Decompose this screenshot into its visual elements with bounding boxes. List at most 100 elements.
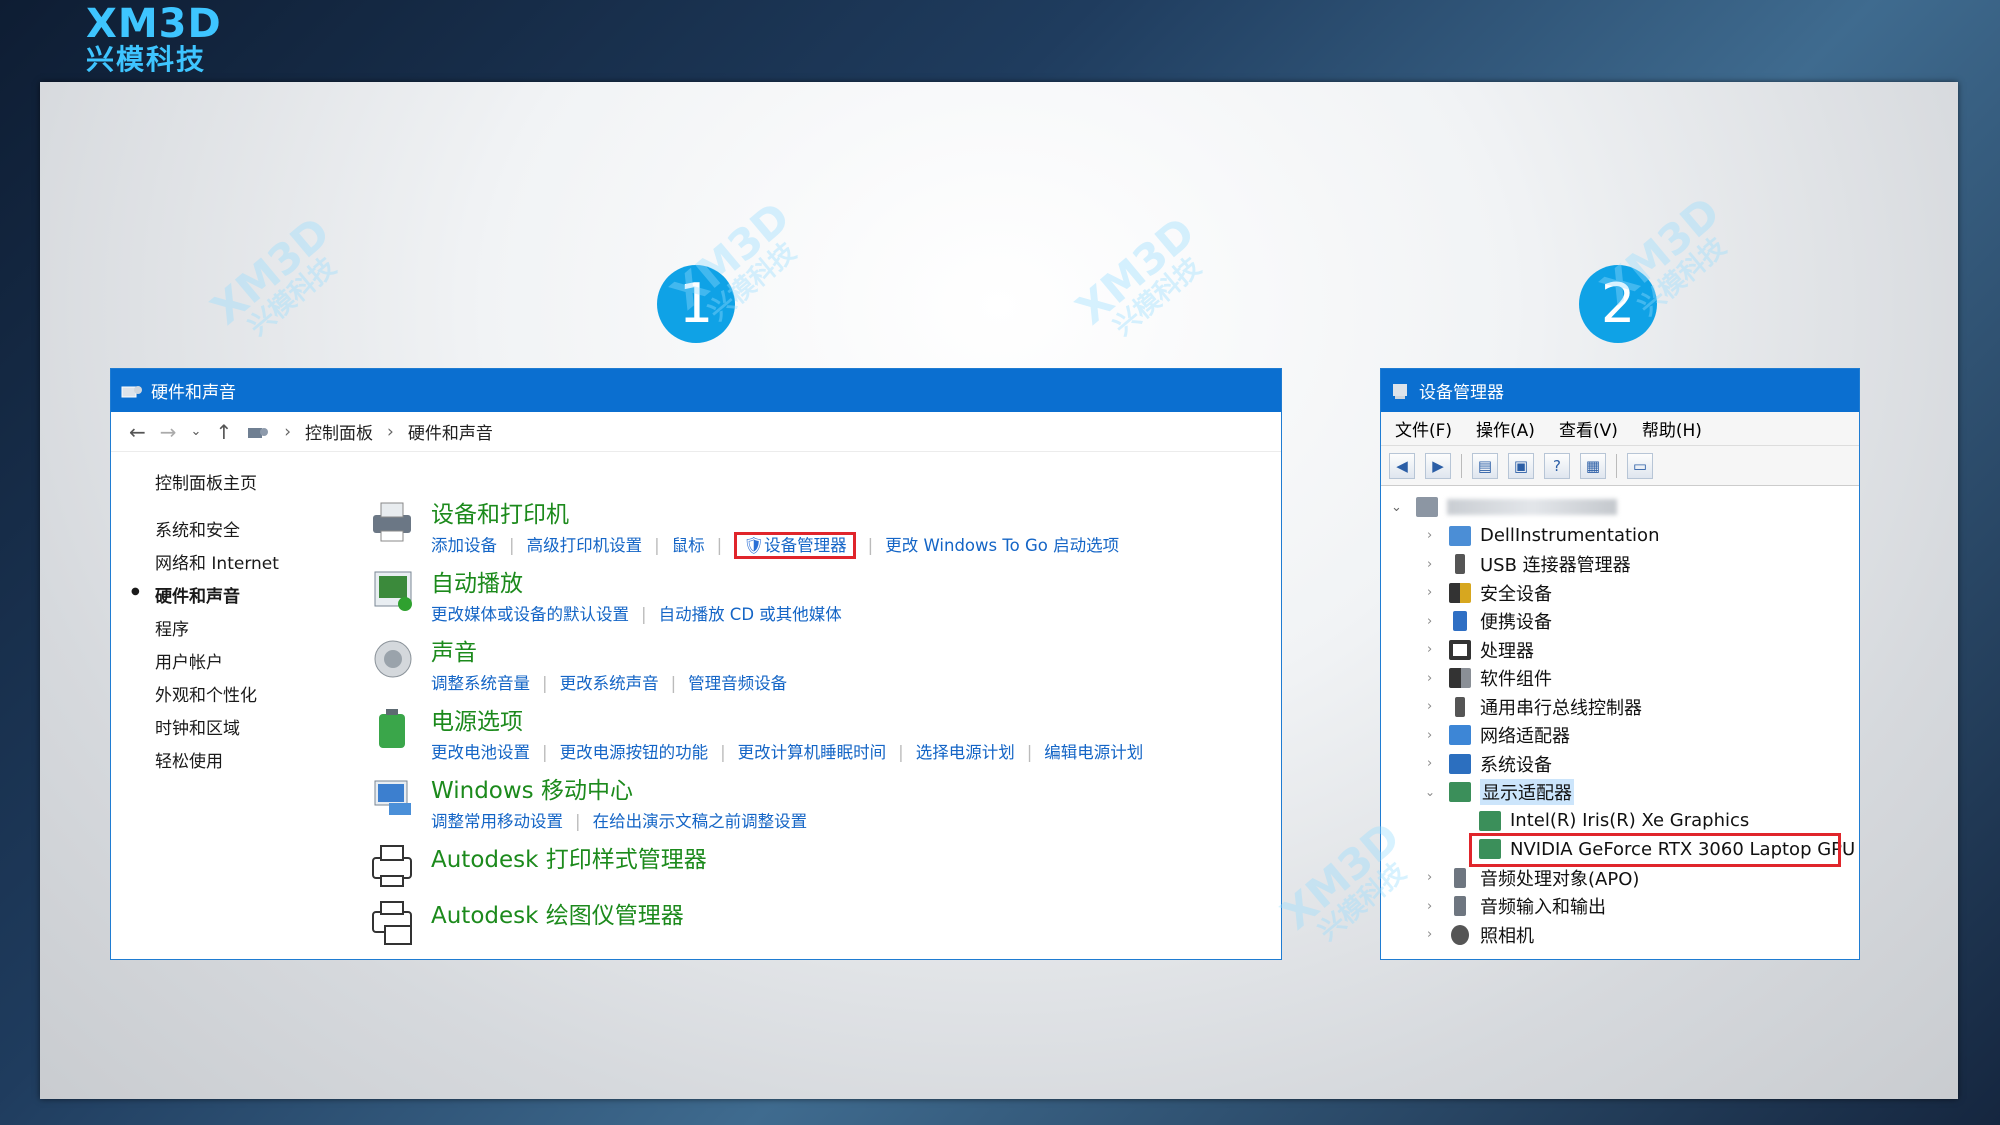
tree-root[interactable]: ⌄ — [1381, 493, 1859, 522]
link-edit-plan[interactable]: 编辑电源计划 — [1044, 743, 1143, 762]
collapsed-chevron-icon[interactable]: › — [1427, 614, 1432, 629]
breadcrumb-hardware-sound[interactable]: 硬件和声音 — [408, 419, 493, 444]
sidebar-item-clock-region[interactable]: 时钟和区域 — [155, 714, 279, 747]
tree-item[interactable]: › 安全设备 — [1381, 579, 1859, 608]
step-2-badge: 2 — [1579, 265, 1657, 343]
breadcrumb-separator: › — [387, 421, 394, 442]
step-1-badge: 1 — [657, 265, 735, 343]
link-autoplay-cd[interactable]: 自动播放 CD 或其他媒体 — [659, 605, 842, 624]
category-autodesk-print: Autodesk 打印样式管理器 — [372, 840, 1143, 896]
category-list: 设备和打印机 添加设备 | 高级打印机设置 | 鼠标 | 🛡设备管理器 | 更改 Windows… — [372, 495, 1143, 952]
tree-item[interactable]: › 音频输入和输出 — [1381, 892, 1859, 921]
link-device-manager[interactable]: 🛡设备管理器 — [734, 532, 856, 559]
device-manager-icon — [1393, 383, 1407, 399]
properties-icon[interactable]: ▣ — [1508, 452, 1534, 479]
uac-shield-icon: 🛡 — [743, 536, 765, 555]
recent-dropdown-icon[interactable]: ⌄ — [191, 424, 202, 439]
category-title[interactable]: Autodesk 打印样式管理器 — [431, 840, 1143, 874]
tree-item-intel-gpu[interactable]: Intel(R) Iris(R) Xe Graphics — [1381, 807, 1859, 836]
tree-item[interactable]: › 通用串行总线控制器 — [1381, 693, 1859, 722]
category-title[interactable]: Windows 移动中心 — [431, 771, 1143, 805]
link-manage-audio[interactable]: 管理音频设备 — [688, 674, 787, 693]
collapsed-chevron-icon[interactable]: › — [1427, 528, 1432, 543]
link-presentation[interactable]: 在给出演示文稿之前调整设置 — [593, 812, 808, 831]
display-adapter-icon — [1449, 782, 1471, 803]
sidebar-item-user-accounts[interactable]: 用户帐户 — [155, 648, 279, 681]
category-title[interactable]: 声音 — [431, 633, 1143, 667]
sidebar-item-programs[interactable]: 程序 — [155, 615, 279, 648]
menu-file[interactable]: 文件(F) — [1395, 416, 1452, 441]
title-bar: 硬件和声音 — [111, 369, 1281, 412]
sidebar-item-home[interactable]: 控制面板主页 — [155, 469, 279, 502]
display-adapter-icon — [1479, 810, 1501, 831]
sidebar-item-ease-of-access[interactable]: 轻松使用 — [155, 747, 279, 780]
network-adapter-icon — [1449, 725, 1471, 746]
category-title[interactable]: 电源选项 — [431, 702, 1143, 736]
sidebar-item-network[interactable]: 网络和 Internet — [155, 549, 279, 582]
back-arrow-icon[interactable]: ← — [129, 420, 146, 444]
usb-controller-icon — [1455, 696, 1465, 717]
collapsed-chevron-icon[interactable]: › — [1427, 728, 1432, 743]
forward-arrow-icon[interactable]: → — [160, 420, 177, 444]
logo-text: XM3D — [86, 1, 222, 47]
brand-logo: XM3D 兴模科技 — [86, 4, 222, 74]
link-windows-to-go[interactable]: 更改 Windows To Go 启动选项 — [885, 536, 1119, 555]
category-title[interactable]: 设备和打印机 — [431, 495, 1143, 529]
tree-item[interactable]: › USB 连接器管理器 — [1381, 550, 1859, 579]
menu-action[interactable]: 操作(A) — [1476, 416, 1535, 441]
expanded-chevron-icon[interactable]: ⌄ — [1391, 500, 1402, 515]
sidebar-item-hardware-sound[interactable]: 硬件和声音 — [131, 582, 279, 615]
collapsed-chevron-icon[interactable]: › — [1427, 699, 1432, 714]
collapsed-chevron-icon[interactable]: › — [1427, 927, 1432, 942]
category-autodesk-plotter: Autodesk 绘图仪管理器 — [372, 896, 1143, 952]
tree-item[interactable]: › 音频处理对象(APO) — [1381, 864, 1859, 893]
link-mobility-settings[interactable]: 调整常用移动设置 — [431, 812, 563, 831]
link-change-sounds[interactable]: 更改系统声音 — [560, 674, 659, 693]
expanded-chevron-icon[interactable]: ⌄ — [1425, 785, 1435, 799]
link-power-button[interactable]: 更改电源按钮的功能 — [560, 743, 709, 762]
tree-item[interactable]: › 网络适配器 — [1381, 721, 1859, 750]
category-title[interactable]: 自动播放 — [431, 564, 1143, 598]
link-sleep[interactable]: 更改计算机睡眠时间 — [738, 743, 887, 762]
menu-view[interactable]: 查看(V) — [1559, 416, 1618, 441]
security-key-icon — [1449, 582, 1471, 603]
collapsed-chevron-icon[interactable]: › — [1427, 870, 1432, 885]
collapsed-chevron-icon[interactable]: › — [1427, 756, 1432, 771]
link-battery[interactable]: 更改电池设置 — [431, 743, 530, 762]
collapsed-chevron-icon[interactable]: › — [1427, 557, 1432, 572]
tree-item[interactable]: › 便携设备 — [1381, 607, 1859, 636]
link-adjust-volume[interactable]: 调整系统音量 — [431, 674, 530, 693]
collapsed-chevron-icon[interactable]: › — [1427, 899, 1432, 914]
tree-item[interactable]: › 照相机 — [1381, 921, 1859, 950]
link-mouse[interactable]: 鼠标 — [672, 536, 705, 555]
tree-item[interactable]: › 软件组件 — [1381, 664, 1859, 693]
forward-icon[interactable]: ▶ — [1425, 452, 1451, 479]
tree-item[interactable]: › DellInstrumentation — [1381, 522, 1859, 551]
collapsed-chevron-icon[interactable]: › — [1427, 671, 1432, 686]
link-advanced-printer[interactable]: 高级打印机设置 — [527, 536, 643, 555]
link-choose-plan[interactable]: 选择电源计划 — [916, 743, 1015, 762]
breadcrumb-control-panel[interactable]: 控制面板 — [305, 419, 373, 444]
control-panel-window: 硬件和声音 ← → ⌄ ↑ › 控制面板 › 硬件和声音 控制面板主页 系统和安… — [110, 368, 1282, 960]
title-bar: 设备管理器 — [1381, 369, 1859, 412]
portable-device-icon — [1453, 611, 1467, 632]
collapsed-chevron-icon[interactable]: › — [1427, 585, 1432, 600]
up-arrow-icon[interactable]: ↑ — [215, 420, 232, 444]
sidebar-item-system-security[interactable]: 系统和安全 — [155, 516, 279, 549]
category-title[interactable]: Autodesk 绘图仪管理器 — [431, 896, 1143, 930]
monitor-icon[interactable]: ▭ — [1627, 452, 1653, 479]
link-media-default[interactable]: 更改媒体或设备的默认设置 — [431, 605, 629, 624]
sidebar-item-appearance[interactable]: 外观和个性化 — [155, 681, 279, 714]
menu-help[interactable]: 帮助(H) — [1642, 416, 1702, 441]
collapsed-chevron-icon[interactable]: › — [1427, 642, 1432, 657]
tree-item[interactable]: › 处理器 — [1381, 636, 1859, 665]
link-add-device[interactable]: 添加设备 — [431, 536, 497, 555]
tree-item-display-adapters[interactable]: ⌄ 显示适配器 — [1381, 778, 1859, 807]
help-icon[interactable]: ? — [1544, 452, 1570, 479]
back-icon[interactable]: ◀ — [1389, 452, 1415, 479]
location-icon — [248, 427, 269, 438]
sidebar: 控制面板主页 系统和安全 网络和 Internet 硬件和声音 程序 用户帐户 … — [131, 469, 279, 780]
view-icon[interactable]: ▤ — [1472, 452, 1498, 479]
details-icon[interactable]: ▦ — [1580, 452, 1606, 479]
tree-item[interactable]: › 系统设备 — [1381, 750, 1859, 779]
